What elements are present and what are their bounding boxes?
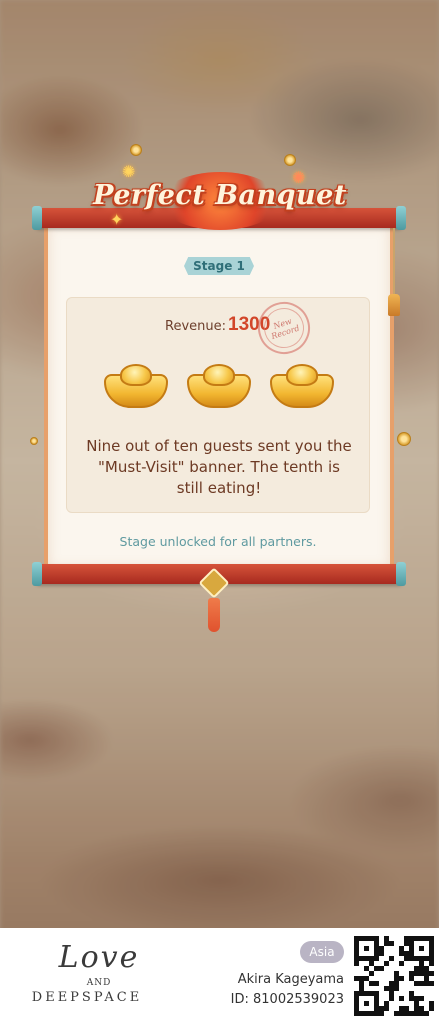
player-name: Akira Kageyama bbox=[237, 972, 344, 987]
tassel-icon bbox=[388, 294, 400, 316]
game-logo-love: Love bbox=[58, 940, 140, 975]
qr-code-icon bbox=[354, 936, 434, 1016]
revenue-row: Revenue: 1300 bbox=[165, 314, 270, 338]
firework-sparkle-icon: ✺ bbox=[122, 162, 136, 181]
coin-icon bbox=[397, 432, 411, 446]
dialog-title: Perfect Banquet bbox=[93, 180, 347, 211]
game-logo-and: AND bbox=[86, 978, 112, 988]
coin-icon bbox=[30, 437, 38, 445]
gold-ingot-icon bbox=[187, 360, 251, 410]
knot-tassel-icon bbox=[208, 598, 220, 632]
revenue-label: Revenue: bbox=[165, 319, 226, 334]
rod-cap-right bbox=[396, 206, 406, 230]
gold-ingot-icon bbox=[104, 360, 168, 410]
reward-ingots bbox=[104, 360, 334, 416]
stamp-text: New Record bbox=[258, 302, 310, 354]
rod-cap-right bbox=[396, 562, 406, 586]
stage-badge: Stage 1 bbox=[184, 257, 254, 275]
result-message: Nine out of ten guests sent you the "Mus… bbox=[86, 437, 352, 497]
rod-cap-left bbox=[32, 562, 42, 586]
coin-icon bbox=[130, 144, 142, 156]
firework-sparkle-icon: ✦ bbox=[110, 210, 124, 229]
player-id: ID: 81002539023 bbox=[230, 992, 344, 1007]
stage-unlock-note: Stage unlocked for all partners. bbox=[119, 534, 317, 549]
rod-cap-left bbox=[32, 206, 42, 230]
gold-ingot-icon bbox=[270, 360, 334, 410]
region-badge: Asia bbox=[300, 941, 344, 963]
dialog-title-banner: Perfect Banquet ✺ ✦ ✺ bbox=[60, 144, 380, 236]
game-logo-deepspace: DEEPSPACE bbox=[31, 990, 143, 1005]
firework-sparkle-icon: ✺ bbox=[292, 168, 306, 187]
coin-icon bbox=[284, 154, 296, 166]
